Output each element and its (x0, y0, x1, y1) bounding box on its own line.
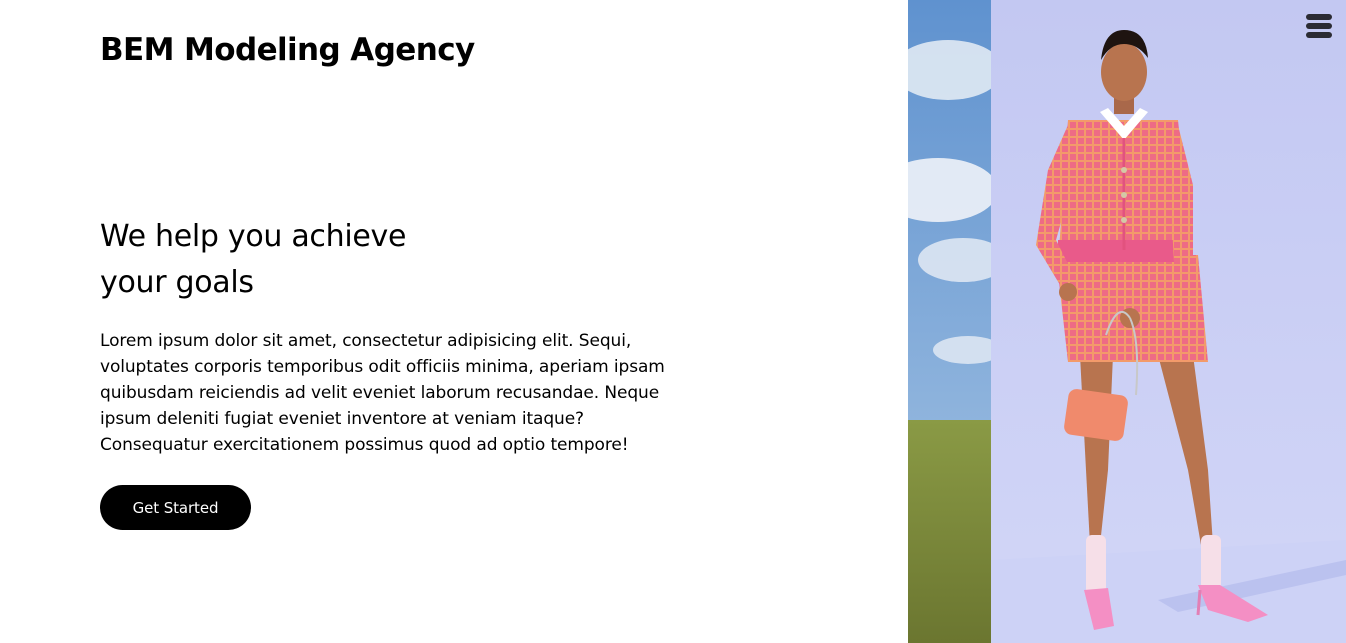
hamburger-bar (1306, 14, 1332, 20)
hero-section: We help you achieve your goals Lorem ips… (100, 214, 710, 458)
hamburger-bar (1306, 23, 1332, 29)
hamburger-icon[interactable] (1306, 14, 1332, 38)
hero-description-line: quibusdam reiciendis ad velit eveniet la… (100, 383, 660, 403)
brand-logo-text[interactable]: BEM Modeling Agency (100, 30, 475, 70)
hero-model-photo (908, 0, 1346, 643)
hero-description: Lorem ipsum dolor sit amet, consectetur … (100, 328, 710, 458)
hero-description-line: voluptates corporis temporibus odit offi… (100, 357, 665, 377)
hero-headline-line-1: We help you achieve (100, 219, 407, 254)
get-started-button[interactable]: Get Started (100, 485, 251, 530)
hero-description-line: ipsum deleniti fugiat eveniet inventore … (100, 409, 584, 429)
hero-headline: We help you achieve your goals (100, 214, 710, 306)
hero-description-line: Consequatur exercitationem possimus quod… (100, 435, 629, 455)
hamburger-bar (1306, 32, 1332, 38)
hero-headline-line-2: your goals (100, 265, 254, 300)
hero-description-line: Lorem ipsum dolor sit amet, consectetur … (100, 331, 632, 351)
